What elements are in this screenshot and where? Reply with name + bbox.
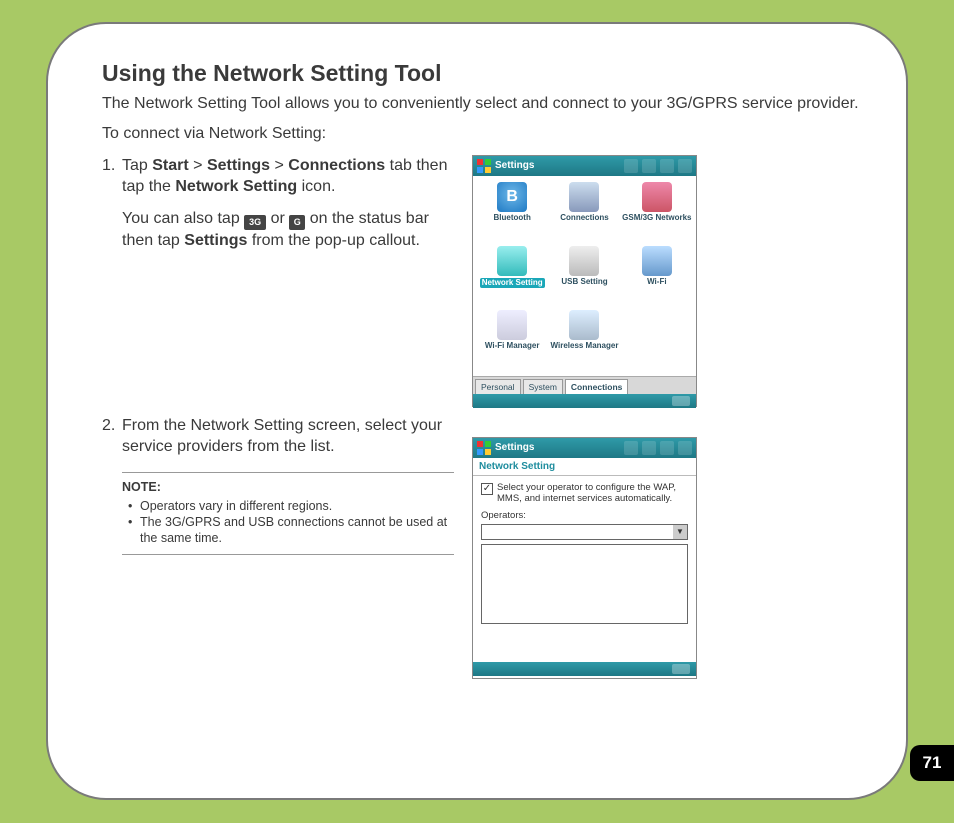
page-title: Using the Network Setting Tool [102,60,860,87]
operators-dropdown-value [482,525,673,539]
connections-icon [569,182,599,212]
note-list: Operators vary in different regions. The… [122,498,454,547]
wireless-manager-label: Wireless Manager [551,342,619,350]
bluetooth-icon [497,182,527,212]
left-column: 1. Tap Start > Settings > Connections ta… [102,155,454,679]
tab-personal[interactable]: Personal [475,379,521,394]
tab-connections[interactable]: Connections [565,379,628,394]
ok-icon[interactable] [678,441,692,455]
gsm-3g-icon-item[interactable]: GSM/3G Networks [622,182,692,244]
step-1: 1. Tap Start > Settings > Connections ta… [102,155,454,405]
connections-label: Connections [560,214,608,222]
network-setting-icon-item[interactable]: Network Setting [477,246,547,308]
lead-text: To connect via Network Setting: [102,125,860,143]
3g-icon: 3G [244,215,266,230]
step-1-gt2: > [270,157,288,174]
step-1-or: or [266,210,289,227]
wifi-label: Wi-Fi [647,278,666,286]
step-1-mid2: icon. [297,178,335,195]
close-icon[interactable] [678,159,692,173]
auto-config-row: ✓ Select your operator to configure the … [481,482,688,505]
step-1-settings2: Settings [184,232,247,249]
step-1-number: 1. [102,155,115,177]
bluetooth-icon-item[interactable]: Bluetooth [477,182,547,244]
screenshot1-title: Settings [495,160,534,171]
step-1-netset: Network Setting [175,178,297,195]
gsm-3g-label: GSM/3G Networks [622,214,691,222]
step-1-gt1: > [189,157,207,174]
network-setting-label: Network Setting [480,278,545,288]
step-1-text-a: Tap [122,157,152,174]
note-label: NOTE: [122,479,454,496]
auto-config-checkbox[interactable]: ✓ [481,483,493,495]
titlebar-button[interactable] [660,441,674,455]
steps-list: 1. Tap Start > Settings > Connections ta… [102,155,454,556]
g-icon: G [289,215,305,230]
screenshot1-bottom-bar [473,394,696,408]
step-1-line2c: from the pop-up callout. [247,232,420,249]
operators-listbox[interactable] [481,544,688,624]
wireless-manager-icon [569,310,599,340]
screenshot2-bottom-bar [473,662,696,676]
note-bullet-1: Operators vary in different regions. [128,498,454,514]
operators-label: Operators: [481,510,688,521]
manual-page: Using the Network Setting Tool The Netwo… [46,22,908,800]
gsm-3g-icon [642,182,672,212]
screenshot-network-setting: Settings Network Setting ✓ Select your o… [472,437,697,679]
step-1-start: Start [152,157,188,174]
intro-text: The Network Setting Tool allows you to c… [102,93,860,115]
settings-tabs: Personal System Connections [473,376,696,394]
screenshot2-form: ✓ Select your operator to configure the … [473,476,696,662]
windows-start-icon[interactable] [477,441,491,455]
keyboard-icon[interactable] [672,396,690,406]
bluetooth-label: Bluetooth [494,214,531,222]
step-2-text: From the Network Setting screen, select … [122,417,442,456]
right-column: Settings Bluetooth Connections GSM/3G Ne… [472,155,697,679]
screenshot1-titlebar: Settings [473,156,696,176]
auto-config-desc: Select your operator to configure the WA… [497,482,688,505]
screenshot-settings-connections: Settings Bluetooth Connections GSM/3G Ne… [472,155,697,407]
chevron-down-icon: ▼ [673,525,687,539]
step-2-number: 2. [102,415,115,437]
screenshot2-titlebar: Settings [473,438,696,458]
network-setting-icon [497,246,527,276]
step-2: 2. From the Network Setting screen, sele… [102,415,454,556]
usb-setting-label: USB Setting [561,278,607,286]
connections-icon-item[interactable]: Connections [549,182,619,244]
keyboard-icon[interactable] [672,664,690,674]
screenshot2-title: Settings [495,442,534,453]
wireless-manager-icon-item[interactable]: Wireless Manager [549,310,619,372]
step-1-line2a: You can also tap [122,210,244,227]
note-bullet-2: The 3G/GPRS and USB connections cannot b… [128,514,454,547]
windows-start-icon[interactable] [477,159,491,173]
usb-setting-icon [569,246,599,276]
titlebar-button[interactable] [624,159,638,173]
wifi-icon-item[interactable]: Wi-Fi [622,246,692,308]
page-number-tab: 71 [910,745,954,781]
step-1-connections: Connections [288,157,385,174]
titlebar-button[interactable] [624,441,638,455]
operators-dropdown[interactable]: ▼ [481,524,688,540]
titlebar-button[interactable] [660,159,674,173]
settings-icon-grid: Bluetooth Connections GSM/3G Networks Ne… [473,176,696,376]
titlebar-button[interactable] [642,441,656,455]
wifi-manager-icon-item[interactable]: Wi-Fi Manager [477,310,547,372]
content-columns: 1. Tap Start > Settings > Connections ta… [102,155,860,679]
screenshot2-subheader: Network Setting [473,458,696,476]
titlebar-button[interactable] [642,159,656,173]
wifi-manager-icon [497,310,527,340]
wifi-icon [642,246,672,276]
wifi-manager-label: Wi-Fi Manager [485,342,540,350]
step-1-settings: Settings [207,157,270,174]
note-block: NOTE: Operators vary in different region… [122,472,454,556]
tab-system[interactable]: System [523,379,563,394]
usb-setting-icon-item[interactable]: USB Setting [549,246,619,308]
